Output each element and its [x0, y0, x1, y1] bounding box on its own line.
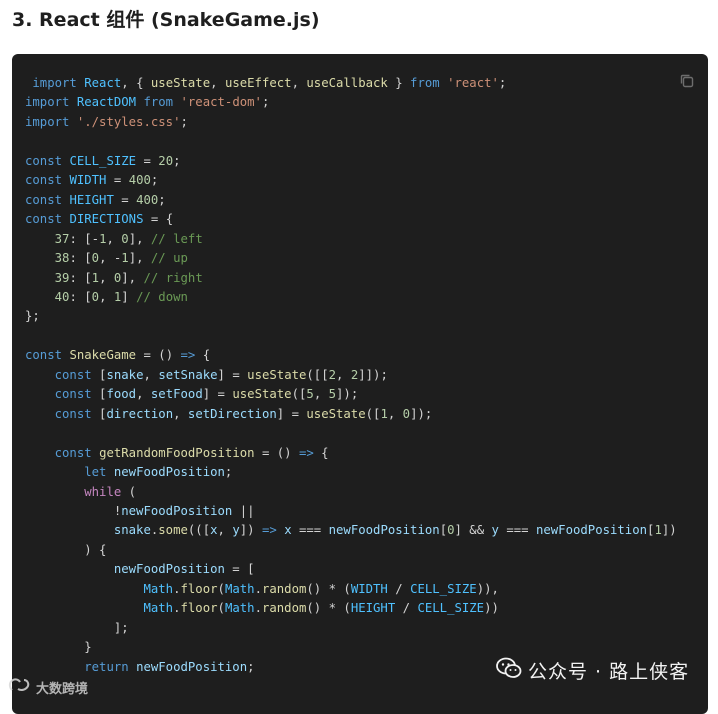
watermark-left: 大数跨境 — [8, 677, 88, 697]
watermark-left-text: 大数跨境 — [36, 681, 89, 697]
code-block: import React, { useState, useEffect, use… — [12, 54, 708, 714]
wechat-icon — [496, 657, 522, 684]
copy-icon[interactable] — [678, 72, 696, 90]
watermark-right-text: 公众号 · 路上侠客 — [528, 661, 690, 683]
logo-icon — [8, 677, 32, 697]
watermark-right: 公众号 · 路上侠客 — [496, 657, 689, 684]
code-content: import React, { useState, useEffect, use… — [25, 76, 677, 674]
section-heading: 3. React 组件 (SnakeGame.js) — [12, 9, 320, 31]
